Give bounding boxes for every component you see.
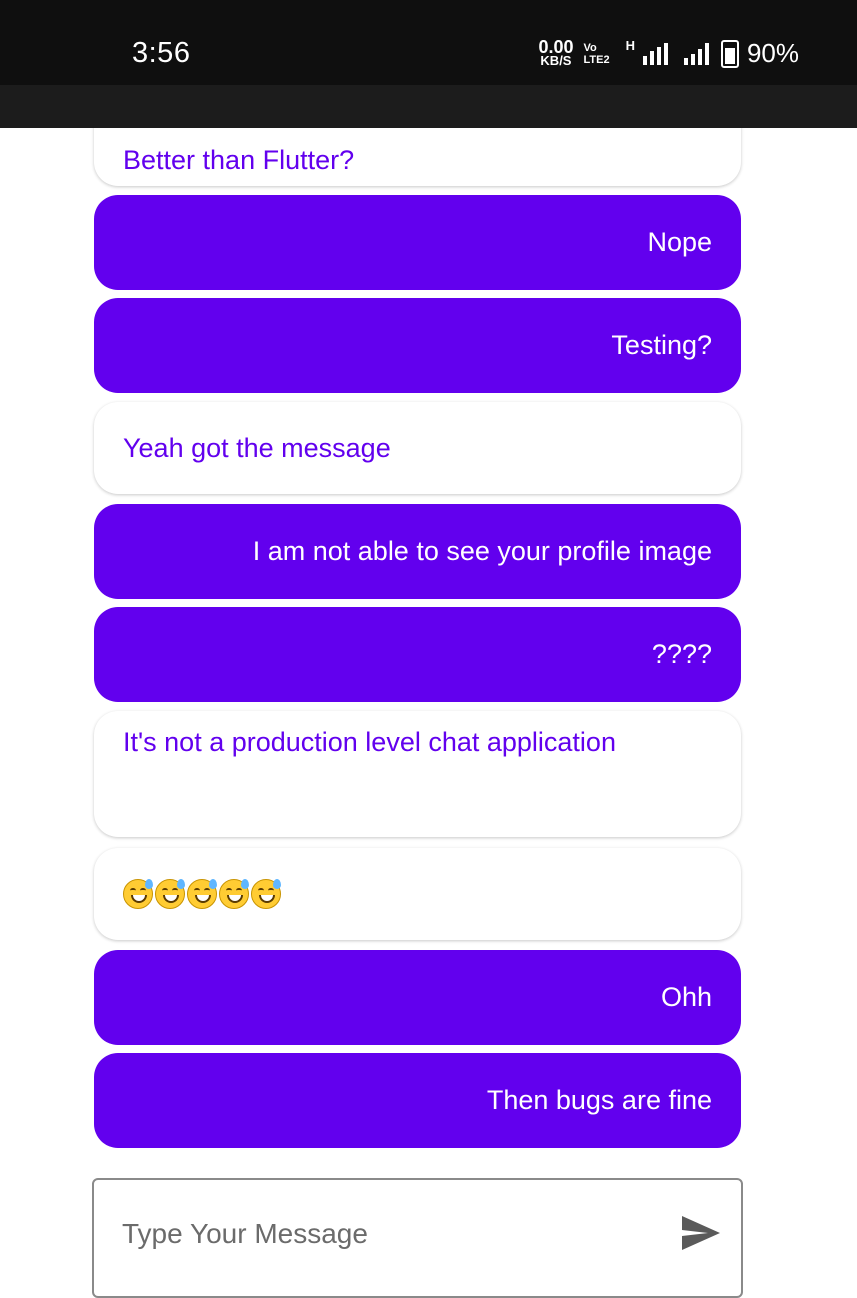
- message-text: Yeah got the message: [123, 432, 391, 463]
- message-text: Ohh: [660, 982, 712, 1012]
- message-outgoing: ????: [94, 607, 741, 702]
- message-outgoing: Ohh: [94, 950, 741, 1045]
- status-bar: 3:56 0.00 KB/S Vo LTE2 H 90%: [0, 0, 857, 85]
- signal-icon-sim2: [683, 42, 709, 65]
- send-icon: [682, 1216, 720, 1250]
- network-type: H: [625, 38, 635, 53]
- message-text: Nope: [647, 227, 712, 257]
- status-time: 3:56: [132, 37, 191, 69]
- message-text: Better than Flutter?: [123, 145, 355, 175]
- grinning-face-with-sweat-icon: [123, 879, 153, 909]
- message-composer: [92, 1178, 743, 1298]
- volte-bottom: LTE2: [583, 53, 610, 66]
- app-bar: [0, 85, 857, 128]
- message-input[interactable]: [122, 1210, 662, 1258]
- message-text: Then bugs are fine: [486, 1085, 712, 1115]
- message-list[interactable]: Better than Flutter? Nope Testing? Yeah …: [0, 128, 857, 1168]
- message-incoming-emoji: [94, 848, 741, 940]
- grinning-face-with-sweat-icon: [187, 879, 217, 909]
- message-outgoing: I am not able to see your profile image: [94, 504, 741, 599]
- message-text: Testing?: [611, 330, 712, 360]
- message-text: ????: [651, 639, 712, 669]
- signal-icon-sim1: [642, 42, 668, 65]
- emoji-row: [123, 879, 281, 909]
- message-outgoing: Nope: [94, 195, 741, 290]
- status-indicators: 0.00 KB/S Vo LTE2 H 90%: [538, 38, 799, 69]
- message-incoming: It's not a production level chat applica…: [94, 711, 741, 837]
- message-incoming: Better than Flutter?: [94, 128, 741, 186]
- message-outgoing: Testing?: [94, 298, 741, 393]
- grinning-face-with-sweat-icon: [155, 879, 185, 909]
- network-speed: 0.00 KB/S: [538, 36, 574, 68]
- message-outgoing: Then bugs are fine: [94, 1053, 741, 1148]
- battery-percent: 90%: [746, 38, 799, 68]
- network-speed-unit: KB/S: [540, 52, 572, 68]
- message-incoming: Yeah got the message: [94, 402, 741, 494]
- send-button[interactable]: [680, 1214, 722, 1252]
- volte-icon: Vo LTE2: [583, 42, 609, 66]
- grinning-face-with-sweat-icon: [251, 879, 281, 909]
- message-text: I am not able to see your profile image: [252, 536, 712, 566]
- volte-top: Vo: [583, 41, 597, 54]
- message-text: It's not a production level chat applica…: [123, 727, 616, 757]
- network-speed-value: 0.00: [538, 36, 574, 57]
- battery-icon: [720, 39, 739, 68]
- grinning-face-with-sweat-icon: [219, 879, 249, 909]
